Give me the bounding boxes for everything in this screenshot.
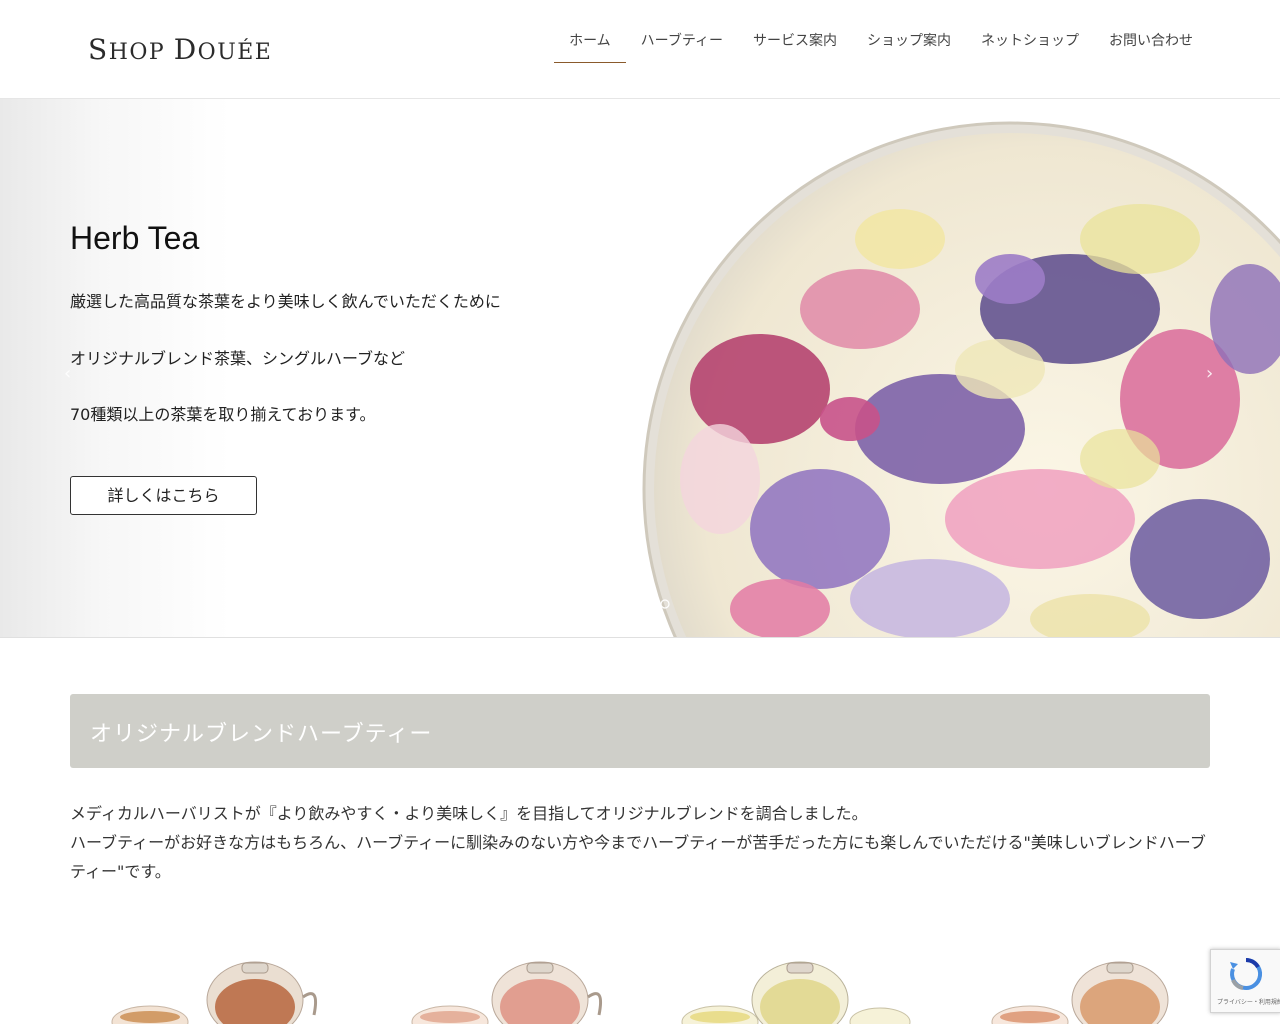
description-line-1: メディカルハーバリストが『より飲みやすく・より美味しく』を目指してオリジナルブレ…: [70, 804, 868, 823]
section-heading-box: オリジナルブレンドハーブティー: [70, 694, 1210, 768]
nav-item-shop-info[interactable]: ショップ案内: [852, 0, 966, 98]
nav-item-herb-tea[interactable]: ハーブティー: [626, 0, 738, 98]
product-image[interactable]: [650, 925, 920, 1024]
chevron-left-icon[interactable]: ‹: [64, 363, 71, 384]
section-description: メディカルハーバリストが『より飲みやすく・より美味しく』を目指してオリジナルブレ…: [70, 799, 1210, 886]
nav-item-contact[interactable]: お問い合わせ: [1094, 0, 1208, 98]
hero-line-1: 厳選した高品質な茶葉をより美味しく飲んでいただくために: [70, 292, 501, 311]
recaptcha-icon: [1230, 957, 1263, 990]
product-image[interactable]: [360, 925, 630, 1024]
nav-item-services[interactable]: サービス案内: [738, 0, 852, 98]
nav-item-online-shop[interactable]: ネットショップ: [966, 0, 1094, 98]
hero-title: Herb Tea: [70, 220, 200, 256]
site-header: SHOP DOUÉE ホーム ハーブティー サービス案内 ショップ案内 ネットシ…: [0, 0, 1280, 99]
nav-item-home[interactable]: ホーム: [554, 0, 626, 98]
product-image[interactable]: [940, 925, 1210, 1024]
hero-line-3: 70種類以上の茶葉を取り揃えております。: [70, 405, 376, 424]
description-line-2: ハーブティーがお好きな方はもちろん、ハーブティーに馴染みのない方や今までハーブテ…: [70, 833, 1206, 881]
chevron-right-icon[interactable]: ›: [1206, 363, 1213, 384]
section-heading: オリジナルブレンドハーブティー: [90, 722, 433, 747]
recaptcha-text[interactable]: プライバシー・利用規約: [1217, 997, 1280, 1006]
product-grid: [70, 925, 1210, 1024]
hero-more-button[interactable]: 詳しくはこちら: [70, 476, 257, 515]
hero-slider: Herb Tea 厳選した高品質な茶葉をより美味しく飲んでいただくために オリジ…: [0, 99, 1280, 638]
hero-line-2: オリジナルブレンド茶葉、シングルハーブなど: [70, 349, 406, 368]
product-image[interactable]: [70, 925, 340, 1024]
recaptcha-badge[interactable]: プライバシー・利用規約: [1210, 949, 1280, 1013]
site-logo[interactable]: SHOP DOUÉE: [88, 33, 272, 66]
main-nav: ホーム ハーブティー サービス案内 ショップ案内 ネットショップ お問い合わせ: [554, 0, 1208, 98]
